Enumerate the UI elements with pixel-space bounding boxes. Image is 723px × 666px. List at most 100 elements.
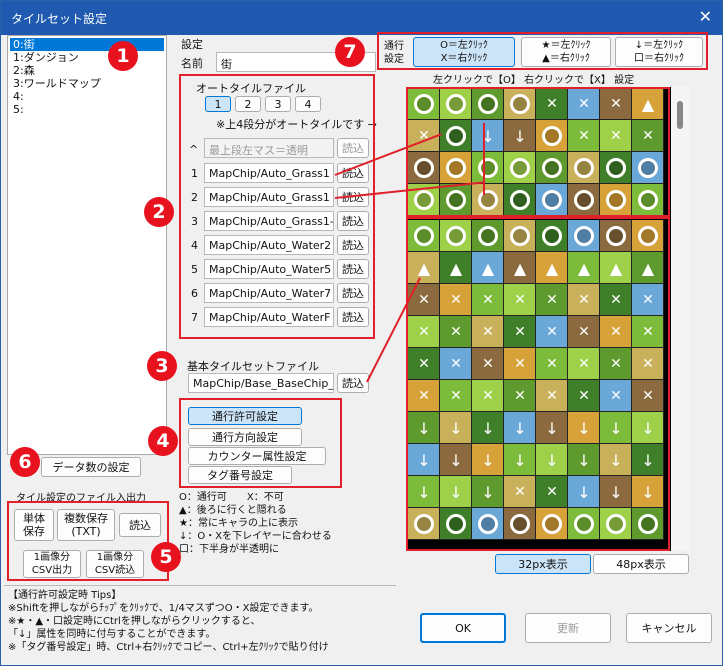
- base-tile[interactable]: ▲: [632, 252, 664, 284]
- base-tile[interactable]: ✕: [536, 476, 568, 508]
- base-tile[interactable]: ✕: [440, 284, 472, 316]
- autotile-tile[interactable]: ✕: [600, 88, 632, 120]
- base-tile[interactable]: ✕: [408, 348, 440, 380]
- base-tile[interactable]: ↓: [536, 412, 568, 444]
- base-tile[interactable]: ✕: [632, 284, 664, 316]
- base-tile[interactable]: ↓: [440, 412, 472, 444]
- autotile-tile[interactable]: [536, 184, 568, 216]
- tileset-list-item[interactable]: 4:: [10, 90, 164, 103]
- base-tile[interactable]: ▲: [568, 252, 600, 284]
- base-tile[interactable]: ↓: [440, 476, 472, 508]
- autotile-tile[interactable]: [440, 120, 472, 152]
- base-tile[interactable]: ✕: [600, 380, 632, 412]
- base-tile[interactable]: ✕: [472, 348, 504, 380]
- single-save-button[interactable]: 単体 保存: [14, 509, 54, 541]
- autotile-tile[interactable]: [440, 184, 472, 216]
- multi-save-button[interactable]: 複数保存 (TXT): [57, 509, 115, 541]
- autotile-grid[interactable]: ✕ ✕ ✕ ▲ ✕ ↓ ↓ ✕ ✕ ✕: [408, 88, 664, 216]
- base-tile[interactable]: ↓: [504, 444, 536, 476]
- base-tile[interactable]: ✕: [472, 284, 504, 316]
- autotile-tile[interactable]: [504, 152, 536, 184]
- base-tile[interactable]: ✕: [600, 316, 632, 348]
- autotile-tile[interactable]: [504, 88, 536, 120]
- base-tile[interactable]: ✕: [440, 380, 472, 412]
- base-tile[interactable]: ✕: [632, 380, 664, 412]
- autotile-tile[interactable]: ✕: [568, 120, 600, 152]
- passage-option-star[interactable]: ★＝左ｸﾘｯｸ ▲＝右ｸﾘｯｸ: [521, 37, 611, 67]
- autotile-tile[interactable]: ✕: [632, 120, 664, 152]
- base-tile[interactable]: ✕: [568, 348, 600, 380]
- base-tile[interactable]: ↓: [600, 444, 632, 476]
- base-tileset-load-button[interactable]: 読込: [337, 373, 369, 393]
- base-tile[interactable]: ✕: [440, 348, 472, 380]
- base-tile[interactable]: ✕: [472, 380, 504, 412]
- base-tile[interactable]: ↓: [408, 412, 440, 444]
- close-icon[interactable]: ✕: [699, 7, 712, 26]
- autotile-tile[interactable]: ✕: [536, 88, 568, 120]
- base-tile[interactable]: [536, 220, 568, 252]
- tileset-list-item[interactable]: 2:森: [10, 64, 164, 77]
- autotile-tile[interactable]: [536, 120, 568, 152]
- counter-setting-button[interactable]: カウンター属性設定: [188, 447, 326, 465]
- base-tile[interactable]: ▲: [408, 252, 440, 284]
- base-tile[interactable]: [504, 220, 536, 252]
- autotile-load-button[interactable]: 読込: [337, 259, 369, 279]
- base-tile[interactable]: ✕: [504, 380, 536, 412]
- base-tile[interactable]: ✕: [536, 380, 568, 412]
- base-tile[interactable]: [408, 508, 440, 540]
- autotile-file-input[interactable]: MapChip/Auto_Grass1: [204, 163, 334, 183]
- base-tile[interactable]: ↓: [440, 444, 472, 476]
- autotile-tile[interactable]: [632, 152, 664, 184]
- file-load-button[interactable]: 読込: [119, 513, 161, 537]
- base-tile[interactable]: [472, 220, 504, 252]
- tileset-list[interactable]: 0:街 1:ダンジョン 2:森 3:ワールドマップ 4: 5:: [7, 35, 167, 455]
- base-tile[interactable]: [504, 508, 536, 540]
- base-tile[interactable]: ✕: [504, 284, 536, 316]
- base-tile[interactable]: ▲: [504, 252, 536, 284]
- base-tile[interactable]: ✕: [472, 316, 504, 348]
- autotile-file-input[interactable]: MapChip/Auto_Grass1: [204, 187, 334, 207]
- base-tile[interactable]: ↓: [632, 476, 664, 508]
- base-tile[interactable]: ↓: [472, 412, 504, 444]
- autotile-page-button-2[interactable]: 2: [235, 96, 261, 112]
- base-tile[interactable]: ✕: [600, 348, 632, 380]
- base-tile[interactable]: [440, 508, 472, 540]
- base-tile[interactable]: ✕: [504, 476, 536, 508]
- autotile-file-input[interactable]: MapChip/Auto_Grass1-: [204, 211, 334, 231]
- base-tile[interactable]: ↓: [408, 476, 440, 508]
- csv-output-button[interactable]: 1画像分 CSV出力: [23, 550, 81, 578]
- autotile-tile[interactable]: ▲: [632, 88, 664, 120]
- base-tile[interactable]: ✕: [536, 284, 568, 316]
- base-tile[interactable]: ✕: [504, 348, 536, 380]
- direction-setting-button[interactable]: 通行方向設定: [188, 428, 302, 446]
- base-tile[interactable]: ↓: [472, 476, 504, 508]
- view-32px-button[interactable]: 32px表示: [495, 554, 591, 574]
- autotile-page-button-1[interactable]: 1: [205, 96, 231, 112]
- tileset-list-item[interactable]: 1:ダンジョン: [10, 51, 164, 64]
- base-tile[interactable]: ✕: [536, 316, 568, 348]
- base-tile[interactable]: ▲: [472, 252, 504, 284]
- autotile-file-input[interactable]: MapChip/Auto_WaterF: [204, 307, 334, 327]
- csv-load-button[interactable]: 1画像分 CSV読込: [86, 550, 144, 578]
- tileset-list-item[interactable]: 3:ワールドマップ: [10, 77, 164, 90]
- base-tile[interactable]: [536, 508, 568, 540]
- base-tile-grid[interactable]: ▲ ▲ ▲ ▲ ▲ ▲ ▲ ▲ ✕ ✕ ✕ ✕ ✕ ✕ ✕ ✕ ✕ ✕ ✕ ✕ ✕ ✕ ✕ ✕ ✕ ✕ ✕ ✕ ✕ ✕ ✕ ✕ ✕ ✕ ✕ ✕ ✕ ✕ ✕ ✕…: [408, 220, 664, 540]
- base-tile[interactable]: [632, 508, 664, 540]
- base-tile[interactable]: ✕: [632, 316, 664, 348]
- base-tile[interactable]: ↓: [632, 412, 664, 444]
- base-tile[interactable]: ▲: [440, 252, 472, 284]
- autotile-tile[interactable]: [408, 88, 440, 120]
- base-tile[interactable]: ✕: [568, 284, 600, 316]
- base-tile[interactable]: ✕: [536, 348, 568, 380]
- autotile-page-button-3[interactable]: 3: [265, 96, 291, 112]
- autotile-load-button[interactable]: 読込: [337, 307, 369, 327]
- autotile-tile[interactable]: [568, 184, 600, 216]
- autotile-load-button[interactable]: 読込: [337, 235, 369, 255]
- autotile-tile[interactable]: [632, 184, 664, 216]
- autotile-load-button[interactable]: 読込: [337, 211, 369, 231]
- passage-setting-button[interactable]: 通行許可設定: [188, 407, 302, 425]
- ok-button[interactable]: OK: [420, 613, 506, 643]
- autotile-tile[interactable]: ↓: [504, 120, 536, 152]
- view-48px-button[interactable]: 48px表示: [593, 554, 689, 574]
- data-count-button[interactable]: データ数の設定: [41, 457, 141, 477]
